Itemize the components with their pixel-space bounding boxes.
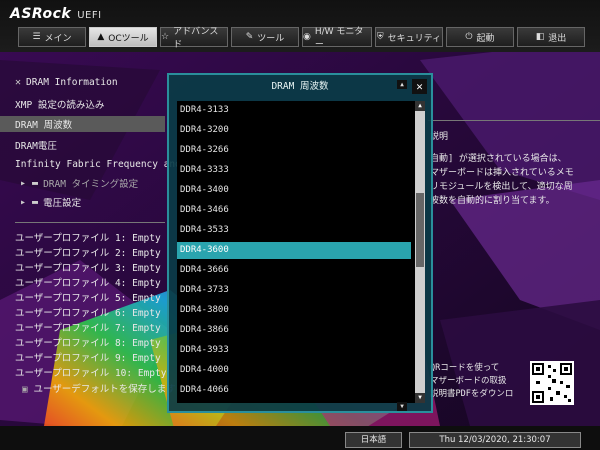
profile-item[interactable]: ユーザープロファイル 4: Empty (15, 275, 161, 289)
help-text: リモジュールを検出して、適切な周 (430, 182, 573, 192)
menu-xmp-load-label: XMP 設定の読み込み (15, 100, 105, 111)
qr-text-line: 説明書PDFをダウンロ (430, 389, 514, 399)
qr-text: QRコードを使って マザーボードの取扱 説明書PDFをダウンロ (430, 362, 530, 401)
tab-exit[interactable]: ◧ 退出 (517, 27, 585, 47)
tab-main[interactable]: ☰ メイン (18, 27, 86, 47)
menu-divider (15, 222, 165, 223)
profile-item[interactable]: ユーザープロファイル 9: Empty (15, 350, 161, 364)
tab-oc-tools-label: OCツール (108, 33, 149, 44)
tab-security-label: セキュリティ (387, 33, 442, 44)
scroll-down-icon[interactable]: ▼ (415, 393, 425, 403)
frequency-list: DDR4-3133 DDR4-3200 DDR4-3266 DDR4-3333 … (177, 101, 415, 403)
frequency-option[interactable]: DDR4-3933 (177, 342, 411, 359)
save-user-default-label: ユーザーデフォルトを保存します (33, 384, 176, 395)
rocket-icon: ▲ (97, 32, 105, 42)
tab-exit-label: 退出 (548, 33, 567, 44)
folder-icon: ▸ ▬ (20, 177, 39, 189)
frequency-option[interactable]: DDR4-3333 (177, 162, 411, 179)
frequency-option[interactable]: DDR4-3666 (177, 262, 411, 279)
profile-item[interactable]: ユーザープロファイル 1: Empty (15, 230, 161, 244)
star-icon: ☆ (161, 32, 170, 42)
frequency-option[interactable]: DDR4-3800 (177, 302, 411, 319)
profile-item[interactable]: ユーザープロファイル 7: Empty (15, 320, 161, 334)
frequency-option[interactable]: DDR4-3133 (177, 102, 411, 119)
frequency-option[interactable]: DDR4-3400 (177, 182, 411, 199)
help-text: 波数を自動的に割り当てます。 (430, 196, 555, 206)
menu-dram-timing[interactable]: ▸ ▬ DRAM タイミング設定 (20, 175, 138, 191)
monitor-icon: ◉ (303, 32, 311, 42)
menu-dram-voltage-label: DRAM電圧 (15, 141, 57, 152)
wrench-icon: ✎ (245, 32, 254, 42)
menu-dram-frequency-label: DRAM 周波数 (15, 120, 73, 131)
folder-icon: ▸ ▬ (20, 196, 39, 208)
tab-advanced-label: アドバンスド (173, 27, 219, 50)
brand-name: ASRock (10, 6, 72, 22)
dram-frequency-dialog: DRAM 周波数 ✕ DDR4-3133 DDR4-3200 DDR4-3266… (167, 73, 433, 413)
menu-dram-information-label: DRAM Information (26, 76, 118, 88)
save-icon: ▣ (22, 384, 34, 395)
tab-main-label: メイン (44, 33, 72, 44)
menu-xmp-load[interactable]: XMP 設定の読み込み (15, 96, 104, 112)
profile-item[interactable]: ユーザープロファイル 8: Empty (15, 335, 161, 349)
top-bar: ASRock UEFI ☰ メイン ▲ OCツール ☆ アドバンスド ✎ ツール ◉ H/W… (0, 0, 600, 52)
help-panel: 説明 自動] が選択されている場合は、 マザーボードは挿入されているメモ リモジ… (430, 130, 590, 208)
menu-voltage-settings[interactable]: ▸ ▬ 電圧設定 (20, 194, 81, 210)
help-text: 自動] が選択されている場合は、 (430, 154, 567, 164)
frequency-option[interactable]: DDR4-4066 (177, 382, 411, 399)
shield-icon: ⛨ (376, 32, 384, 42)
profile-item[interactable]: ユーザープロファイル 2: Empty (15, 245, 161, 259)
menu-dram-frequency[interactable]: DRAM 周波数 (0, 116, 165, 132)
dialog-title: DRAM 周波数 (271, 81, 329, 92)
brand-subtitle: UEFI (77, 10, 102, 21)
frequency-option[interactable]: DDR4-4000 (177, 362, 411, 379)
page-scroll-up-icon[interactable]: ▲ (397, 80, 407, 89)
tab-tool[interactable]: ✎ ツール (231, 27, 299, 47)
frequency-option[interactable]: DDR4-3533 (177, 222, 411, 239)
list-icon: ☰ (32, 32, 41, 42)
tools-icon: ✕ (15, 76, 22, 88)
save-user-default[interactable]: ▣ ユーザーデフォルトを保存します (22, 381, 176, 395)
power-icon: ⏻ (465, 32, 473, 42)
date-time: Thu 12/03/2020, 21:30:07 (409, 432, 581, 448)
menu-dram-information[interactable]: ✕ DRAM Information (15, 74, 118, 90)
menu-voltage-settings-label: 電圧設定 (43, 198, 82, 209)
list-scrollbar[interactable]: ▲ ▼ (415, 101, 425, 403)
tab-boot[interactable]: ⏻ 起動 (446, 27, 514, 47)
frequency-option[interactable]: DDR4-3200 (177, 122, 411, 139)
close-icon[interactable]: ✕ (412, 79, 427, 94)
profile-item[interactable]: ユーザープロファイル 10: Empty (15, 365, 166, 379)
help-text: マザーボードは挿入されているメモ (430, 168, 574, 178)
frequency-option[interactable]: DDR4-3266 (177, 142, 411, 159)
frequency-option[interactable]: DDR4-3866 (177, 322, 411, 339)
main-tabs: ☰ メイン ▲ OCツール ☆ アドバンスド ✎ ツール ◉ H/W モニター ⛨ セキュリ… (18, 27, 588, 50)
brand-logo: ASRock UEFI (10, 6, 102, 22)
qr-text-line: QRコードを使って (430, 363, 500, 373)
language-button[interactable]: 日本語 (345, 432, 402, 448)
tab-tool-label: ツール (257, 33, 285, 44)
menu-dram-voltage[interactable]: DRAM電圧 (15, 137, 57, 153)
page-scroll-down-icon[interactable]: ▼ (397, 402, 407, 411)
tab-security[interactable]: ⛨ セキュリティ (375, 27, 443, 47)
tab-advanced[interactable]: ☆ アドバンスド (160, 27, 228, 50)
tab-oc-tools[interactable]: ▲ OCツール (89, 27, 157, 47)
frequency-option[interactable]: DDR4-3466 (177, 202, 411, 219)
exit-icon: ◧ (535, 32, 545, 42)
tab-hw-monitor-label: H/W モニター (314, 27, 364, 50)
frequency-option-selected[interactable]: DDR4-3600 (177, 242, 411, 259)
qr-text-line: マザーボードの取扱 (430, 376, 507, 386)
profile-item[interactable]: ユーザープロファイル 5: Empty (15, 290, 161, 304)
qr-code-icon (530, 361, 574, 405)
help-divider (428, 120, 600, 121)
profile-item[interactable]: ユーザープロファイル 3: Empty (15, 260, 161, 274)
tab-boot-label: 起動 (476, 33, 495, 44)
scroll-thumb[interactable] (416, 193, 424, 267)
tab-hw-monitor[interactable]: ◉ H/W モニター (302, 27, 372, 50)
profile-item[interactable]: ユーザープロファイル 6: Empty (15, 305, 161, 319)
menu-dram-timing-label: DRAM タイミング設定 (43, 179, 139, 190)
frequency-option[interactable]: DDR4-3733 (177, 282, 411, 299)
scroll-up-icon[interactable]: ▲ (415, 101, 425, 111)
help-title: 説明 (430, 132, 449, 142)
